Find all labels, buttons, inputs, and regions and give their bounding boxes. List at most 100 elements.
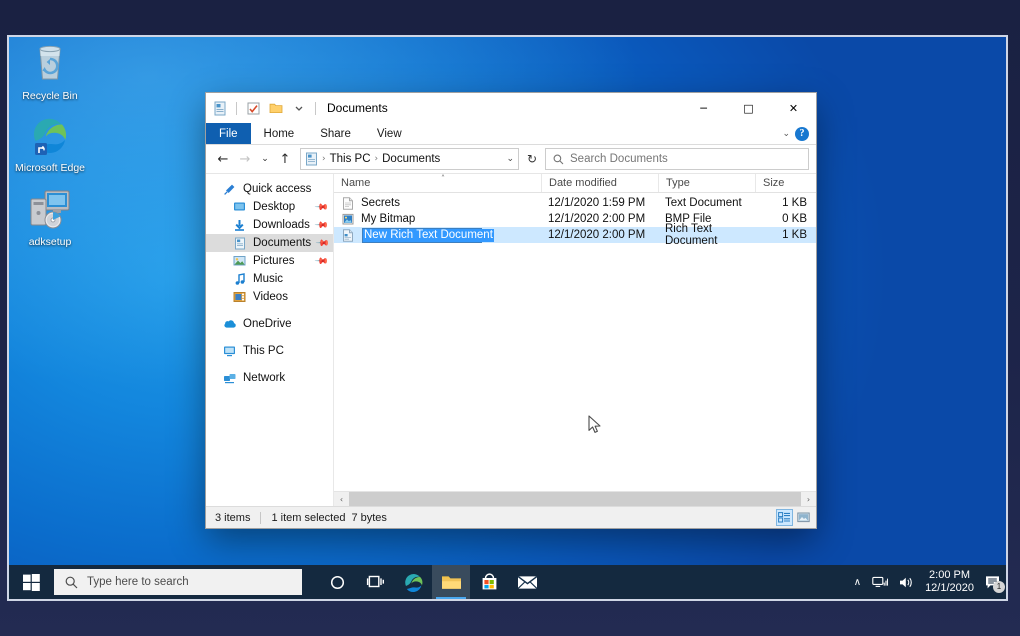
sidebar-item-label: Downloads	[253, 219, 310, 231]
up-button[interactable]: ↑	[275, 148, 295, 170]
help-icon[interactable]: ?	[795, 127, 809, 141]
qat-separator-2	[315, 102, 316, 115]
taskbar-microsoft-store-button[interactable]	[470, 565, 508, 599]
search-icon	[65, 576, 78, 589]
pin-icon[interactable]: 📌	[314, 217, 330, 233]
sidebar-item-pictures[interactable]: Pictures 📌	[206, 252, 333, 270]
column-header-date-modified[interactable]: Date modified	[541, 174, 658, 192]
mouse-cursor	[588, 415, 602, 440]
breadcrumb[interactable]: › This PC › Documents ⌄	[300, 148, 519, 170]
chevron-down-icon[interactable]: ⌄	[782, 129, 790, 139]
sidebar-item-videos[interactable]: Videos	[206, 288, 333, 306]
pin-icon[interactable]: 📌	[315, 235, 331, 251]
tab-home[interactable]: Home	[251, 123, 308, 144]
address-bar-row: ← → ⌄ ↑ › This PC › Documents	[206, 145, 816, 173]
pin-icon[interactable]: 📌	[314, 253, 330, 269]
sort-ascending-icon: ˄	[441, 174, 445, 183]
desktop-icon	[232, 200, 247, 215]
breadcrumb-item-documents[interactable]: Documents	[382, 153, 440, 165]
minimize-button[interactable]: ─	[681, 93, 726, 123]
file-name-cell[interactable]: Secrets	[334, 196, 541, 210]
notification-center-icon[interactable]: 1	[985, 575, 1002, 590]
sidebar-item-this-pc[interactable]: This PC	[206, 342, 333, 360]
network-tray-icon[interactable]	[872, 576, 888, 589]
ribbon-right-controls: ⌄ ?	[782, 123, 816, 144]
scroll-right-arrow[interactable]: ›	[801, 492, 816, 507]
sidebar-item-label: Desktop	[253, 201, 295, 213]
content-pane: Name Date modified Type Size ˄	[334, 174, 816, 506]
table-row[interactable]: New Rich Text Document 12/1/2020 2:00 PM…	[334, 227, 816, 243]
pin-icon[interactable]: 📌	[314, 199, 330, 215]
column-header-name[interactable]: Name	[334, 174, 541, 192]
status-selection: 1 item selected	[271, 512, 345, 524]
breadcrumb-item-this-pc[interactable]: This PC	[330, 153, 371, 165]
desktop-icon-adksetup[interactable]: adksetup	[12, 189, 88, 248]
sidebar-item-quick-access[interactable]: Quick access	[206, 180, 333, 198]
search-input[interactable]: Search Documents	[570, 153, 668, 165]
column-header-row: Name Date modified Type Size ˄	[334, 174, 816, 193]
taskbar-cortana-button[interactable]	[318, 565, 356, 599]
taskbar-clock[interactable]: 2:00 PM 12/1/2020	[925, 569, 974, 595]
rename-selected-text: New Rich Text Document	[363, 229, 494, 242]
pictures-icon	[232, 254, 247, 269]
table-row[interactable]: Secrets 12/1/2020 1:59 PM Text Document …	[334, 195, 816, 211]
back-button[interactable]: ←	[213, 148, 233, 170]
window-titlebar[interactable]: Documents ─ □ ✕	[206, 93, 816, 123]
nav-gap-3	[206, 360, 333, 369]
breadcrumb-folder-icon	[305, 152, 318, 166]
details-view-icon[interactable]	[776, 509, 793, 526]
text-document-icon	[341, 196, 355, 210]
pin-star-icon	[222, 182, 237, 197]
sidebar-item-onedrive[interactable]: OneDrive	[206, 315, 333, 333]
file-explorer-window: Documents ─ □ ✕ File Home Share View ⌄ ?…	[206, 93, 816, 528]
breadcrumb-separator-2: ›	[375, 154, 379, 164]
taskbar-file-explorer-button[interactable]	[432, 565, 470, 599]
breadcrumb-separator-1: ›	[322, 154, 326, 164]
horizontal-scrollbar[interactable]: ‹ ›	[334, 491, 816, 506]
onedrive-icon	[222, 317, 237, 332]
file-name-cell[interactable]: New Rich Text Document	[334, 228, 541, 243]
new-folder-icon[interactable]	[266, 98, 286, 118]
large-icons-view-icon[interactable]	[795, 509, 812, 526]
scroll-left-arrow[interactable]: ‹	[334, 492, 349, 507]
desktop-icon-recycle-bin[interactable]: Recycle Bin	[12, 43, 88, 102]
taskbar-search-input[interactable]: Type here to search	[87, 576, 189, 588]
taskbar-microsoft-edge-button[interactable]	[394, 565, 432, 599]
rename-input[interactable]: New Rich Text Document	[362, 228, 482, 243]
start-button[interactable]	[9, 565, 53, 599]
maximize-button[interactable]: □	[726, 93, 771, 123]
sidebar-item-documents[interactable]: Documents 📌	[206, 234, 333, 252]
tray-overflow-icon[interactable]: ∧	[854, 577, 861, 588]
sidebar-item-desktop[interactable]: Desktop 📌	[206, 198, 333, 216]
close-button[interactable]: ✕	[771, 93, 816, 123]
nav-gap-1	[206, 306, 333, 315]
refresh-button[interactable]: ↻	[521, 148, 543, 170]
taskbar-mail-button[interactable]	[508, 565, 546, 599]
file-name-cell[interactable]: My Bitmap	[334, 212, 541, 226]
taskbar-search-box[interactable]: Type here to search	[54, 569, 302, 595]
volume-tray-icon[interactable]	[899, 576, 914, 589]
sidebar-item-music[interactable]: Music	[206, 270, 333, 288]
file-name-label: My Bitmap	[361, 213, 415, 225]
tab-file[interactable]: File	[206, 123, 251, 144]
quick-access-toolbar	[210, 98, 319, 118]
recent-locations-button[interactable]: ⌄	[257, 148, 273, 170]
file-type-cell: Text Document	[658, 197, 755, 209]
scrollbar-thumb[interactable]	[349, 492, 801, 507]
search-box[interactable]: Search Documents	[545, 148, 809, 170]
column-header-type[interactable]: Type	[658, 174, 755, 192]
setup-installer-icon	[12, 189, 88, 233]
tab-share[interactable]: Share	[307, 123, 364, 144]
sidebar-item-label: Music	[253, 273, 283, 285]
sidebar-item-downloads[interactable]: Downloads 📌	[206, 216, 333, 234]
tab-view[interactable]: View	[364, 123, 415, 144]
customize-qat-icon[interactable]	[289, 98, 309, 118]
breadcrumb-dropdown-icon[interactable]: ⌄	[506, 154, 514, 164]
column-header-size[interactable]: Size	[755, 174, 816, 192]
navigation-pane: Quick access Desktop 📌 Downloads	[206, 174, 334, 506]
desktop-icon-microsoft-edge[interactable]: Microsoft Edge	[12, 115, 88, 174]
properties-icon[interactable]	[243, 98, 263, 118]
sidebar-item-network[interactable]: Network	[206, 369, 333, 387]
taskbar-task-view-button[interactable]	[356, 565, 394, 599]
scrollbar-track[interactable]	[349, 492, 801, 507]
